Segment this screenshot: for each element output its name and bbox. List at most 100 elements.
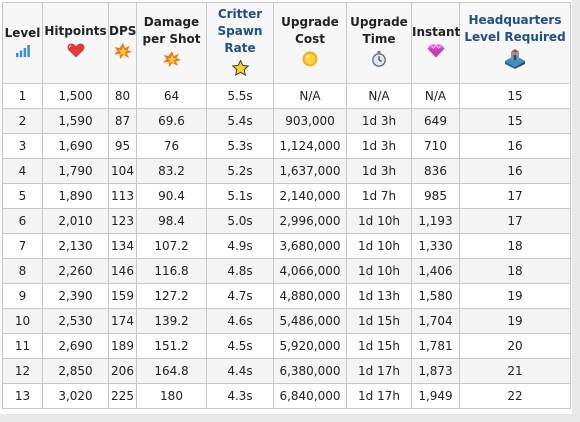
table-row: 2 1,590 87 69.6 5.4s 903,000 1d 3h 649 15 xyxy=(2,108,571,134)
cell-level: 7 xyxy=(2,233,43,259)
cell-upgrade-time: 1d 10h xyxy=(346,233,412,259)
cell-damage-per-shot: 64 xyxy=(136,83,207,109)
table-row: 10 2,530 174 139.2 4.6s 5,486,000 1d 15h 1,704 1… xyxy=(2,308,571,334)
header-critter-spawn-rate: Critter Spawn Rate xyxy=(206,2,274,84)
stats-table-panel: Level Hitpoints DPS Damage per Shot Crit… xyxy=(0,0,580,422)
cell-spawn-rate: 4.3s xyxy=(206,383,274,409)
table-row: 8 2,260 146 116.8 4.8s 4,066,000 1d 10h 1,406 18 xyxy=(2,258,571,284)
cell-dps: 87 xyxy=(108,108,137,134)
cell-instant: 1,704 xyxy=(411,308,460,334)
cell-dps: 80 xyxy=(108,83,137,109)
cell-hq-level: 18 xyxy=(459,233,571,259)
panel-shadow-right xyxy=(572,0,580,422)
cell-upgrade-time: 1d 10h xyxy=(346,208,412,234)
cell-upgrade-cost: 5,486,000 xyxy=(273,308,347,334)
cell-hitpoints: 2,260 xyxy=(42,258,109,284)
header-upgrade-time-label: Upgrade Time xyxy=(350,15,408,46)
cell-hitpoints: 2,390 xyxy=(42,283,109,309)
explosion-icon xyxy=(113,42,132,59)
cell-instant: 1,193 xyxy=(411,208,460,234)
cell-instant: 1,949 xyxy=(411,383,460,409)
cell-instant: 1,580 xyxy=(411,283,460,309)
cell-upgrade-cost: 5,920,000 xyxy=(273,333,347,359)
cell-upgrade-cost: N/A xyxy=(273,83,347,109)
cell-upgrade-cost: 1,124,000 xyxy=(273,133,347,159)
cell-hq-level: 22 xyxy=(459,383,571,409)
cell-hq-level: 16 xyxy=(459,133,571,159)
header-headquarters-link[interactable]: Headquarters Level Required xyxy=(460,12,570,46)
cell-spawn-rate: 5.5s xyxy=(206,83,274,109)
cell-spawn-rate: 4.4s xyxy=(206,358,274,384)
cell-damage-per-shot: 76 xyxy=(136,133,207,159)
header-critter-link[interactable]: Critter Spawn Rate xyxy=(207,6,273,57)
cell-upgrade-time: 1d 7h xyxy=(346,183,412,209)
cell-hitpoints: 2,010 xyxy=(42,208,109,234)
cell-hitpoints: 2,130 xyxy=(42,233,109,259)
cell-upgrade-cost: 6,380,000 xyxy=(273,358,347,384)
cell-hitpoints: 2,850 xyxy=(42,358,109,384)
cell-upgrade-cost: 4,066,000 xyxy=(273,258,347,284)
cell-upgrade-time: 1d 3h xyxy=(346,133,412,159)
header-damage-per-shot-label: Damage per Shot xyxy=(142,15,201,46)
cell-level: 10 xyxy=(2,308,43,334)
cell-spawn-rate: 4.9s xyxy=(206,233,274,259)
cell-instant: N/A xyxy=(411,83,460,109)
cell-spawn-rate: 4.8s xyxy=(206,258,274,284)
cell-instant: 836 xyxy=(411,158,460,184)
header-dps-label: DPS xyxy=(109,23,137,38)
cell-hitpoints: 2,690 xyxy=(42,333,109,359)
cell-damage-per-shot: 107.2 xyxy=(136,233,207,259)
header-upgrade-cost: Upgrade Cost xyxy=(273,2,347,84)
cell-level: 8 xyxy=(2,258,43,284)
cell-hitpoints: 1,690 xyxy=(42,133,109,159)
cell-hitpoints: 2,530 xyxy=(42,308,109,334)
cell-upgrade-cost: 2,996,000 xyxy=(273,208,347,234)
cell-dps: 225 xyxy=(108,383,137,409)
cell-damage-per-shot: 164.8 xyxy=(136,358,207,384)
cell-upgrade-time: N/A xyxy=(346,83,412,109)
cell-upgrade-time: 1d 17h xyxy=(346,383,412,409)
cell-level: 3 xyxy=(2,133,43,159)
cell-dps: 113 xyxy=(108,183,137,209)
cell-damage-per-shot: 116.8 xyxy=(136,258,207,284)
gold-coin-icon xyxy=(302,51,318,67)
heart-icon xyxy=(67,43,85,58)
cell-level: 5 xyxy=(2,183,43,209)
cell-instant: 1,781 xyxy=(411,333,460,359)
cell-instant: 1,330 xyxy=(411,233,460,259)
cell-hq-level: 19 xyxy=(459,283,571,309)
cell-spawn-rate: 5.2s xyxy=(206,158,274,184)
cell-damage-per-shot: 69.6 xyxy=(136,108,207,134)
cell-hq-level: 16 xyxy=(459,158,571,184)
cell-upgrade-cost: 6,840,000 xyxy=(273,383,347,409)
table-row: 1 1,500 80 64 5.5s N/A N/A N/A 15 xyxy=(2,83,571,109)
stopwatch-icon xyxy=(372,51,386,67)
cell-upgrade-time: 1d 3h xyxy=(346,108,412,134)
cell-level: 1 xyxy=(2,83,43,109)
cell-dps: 104 xyxy=(108,158,137,184)
cell-upgrade-time: 1d 17h xyxy=(346,358,412,384)
cell-damage-per-shot: 180 xyxy=(136,383,207,409)
cell-hq-level: 17 xyxy=(459,208,571,234)
cell-hitpoints: 1,890 xyxy=(42,183,109,209)
cell-instant: 1,406 xyxy=(411,258,460,284)
cell-dps: 134 xyxy=(108,233,137,259)
cell-upgrade-time: 1d 15h xyxy=(346,308,412,334)
cell-hq-level: 15 xyxy=(459,83,571,109)
cell-level: 2 xyxy=(2,108,43,134)
table-row: 9 2,390 159 127.2 4.7s 4,880,000 1d 13h 1,580 19 xyxy=(2,283,571,309)
cell-spawn-rate: 5.3s xyxy=(206,133,274,159)
cell-dps: 123 xyxy=(108,208,137,234)
cell-instant: 649 xyxy=(411,108,460,134)
cell-upgrade-cost: 2,140,000 xyxy=(273,183,347,209)
header-instant-label: Instant xyxy=(412,24,461,39)
header-upgrade-cost-label: Upgrade Cost xyxy=(281,15,339,46)
table-row: 5 1,890 113 90.4 5.1s 2,140,000 1d 7h 985 17 xyxy=(2,183,571,209)
table-row: 4 1,790 104 83.2 5.2s 1,637,000 1d 3h 836 16 xyxy=(2,158,571,184)
table-row: 3 1,690 95 76 5.3s 1,124,000 1d 3h 710 16 xyxy=(2,133,571,159)
cell-level: 11 xyxy=(2,333,43,359)
header-headquarters: Headquarters Level Required xyxy=(459,2,571,84)
header-hitpoints: Hitpoints xyxy=(42,2,109,84)
level-stats-table: Level Hitpoints DPS Damage per Shot Crit… xyxy=(2,2,571,409)
table-row: 11 2,690 189 151.2 4.5s 5,920,000 1d 15h 1,781 2… xyxy=(2,333,571,359)
